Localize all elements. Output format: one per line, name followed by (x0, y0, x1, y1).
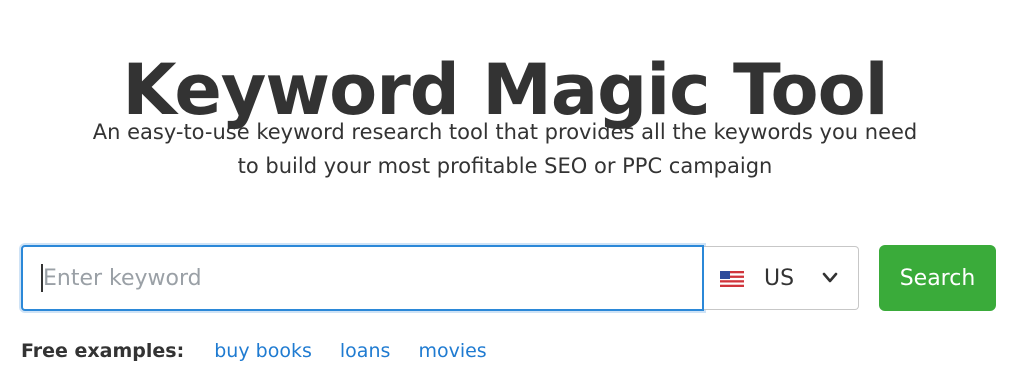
page-subtitle: An easy-to-use keyword research tool tha… (40, 115, 970, 183)
example-link-loans[interactable]: loans (340, 340, 391, 362)
keyword-search-bar: US Search (21, 245, 996, 311)
search-button[interactable]: Search (879, 245, 996, 311)
us-flag-icon (720, 271, 744, 287)
country-code: US (764, 266, 795, 291)
chevron-down-icon (822, 272, 838, 283)
example-link-movies[interactable]: movies (418, 340, 486, 362)
free-examples: Free examples: buy books loans movies (21, 336, 509, 366)
text-cursor (41, 264, 43, 292)
free-examples-label: Free examples: (21, 340, 185, 362)
subtitle-line-1: An easy-to-use keyword research tool tha… (92, 120, 918, 144)
country-select[interactable]: US (704, 246, 859, 310)
keyword-input[interactable] (21, 245, 704, 311)
example-link-buy-books[interactable]: buy books (214, 340, 312, 362)
subtitle-line-2: to build your most profitable SEO or PPC… (237, 154, 773, 178)
